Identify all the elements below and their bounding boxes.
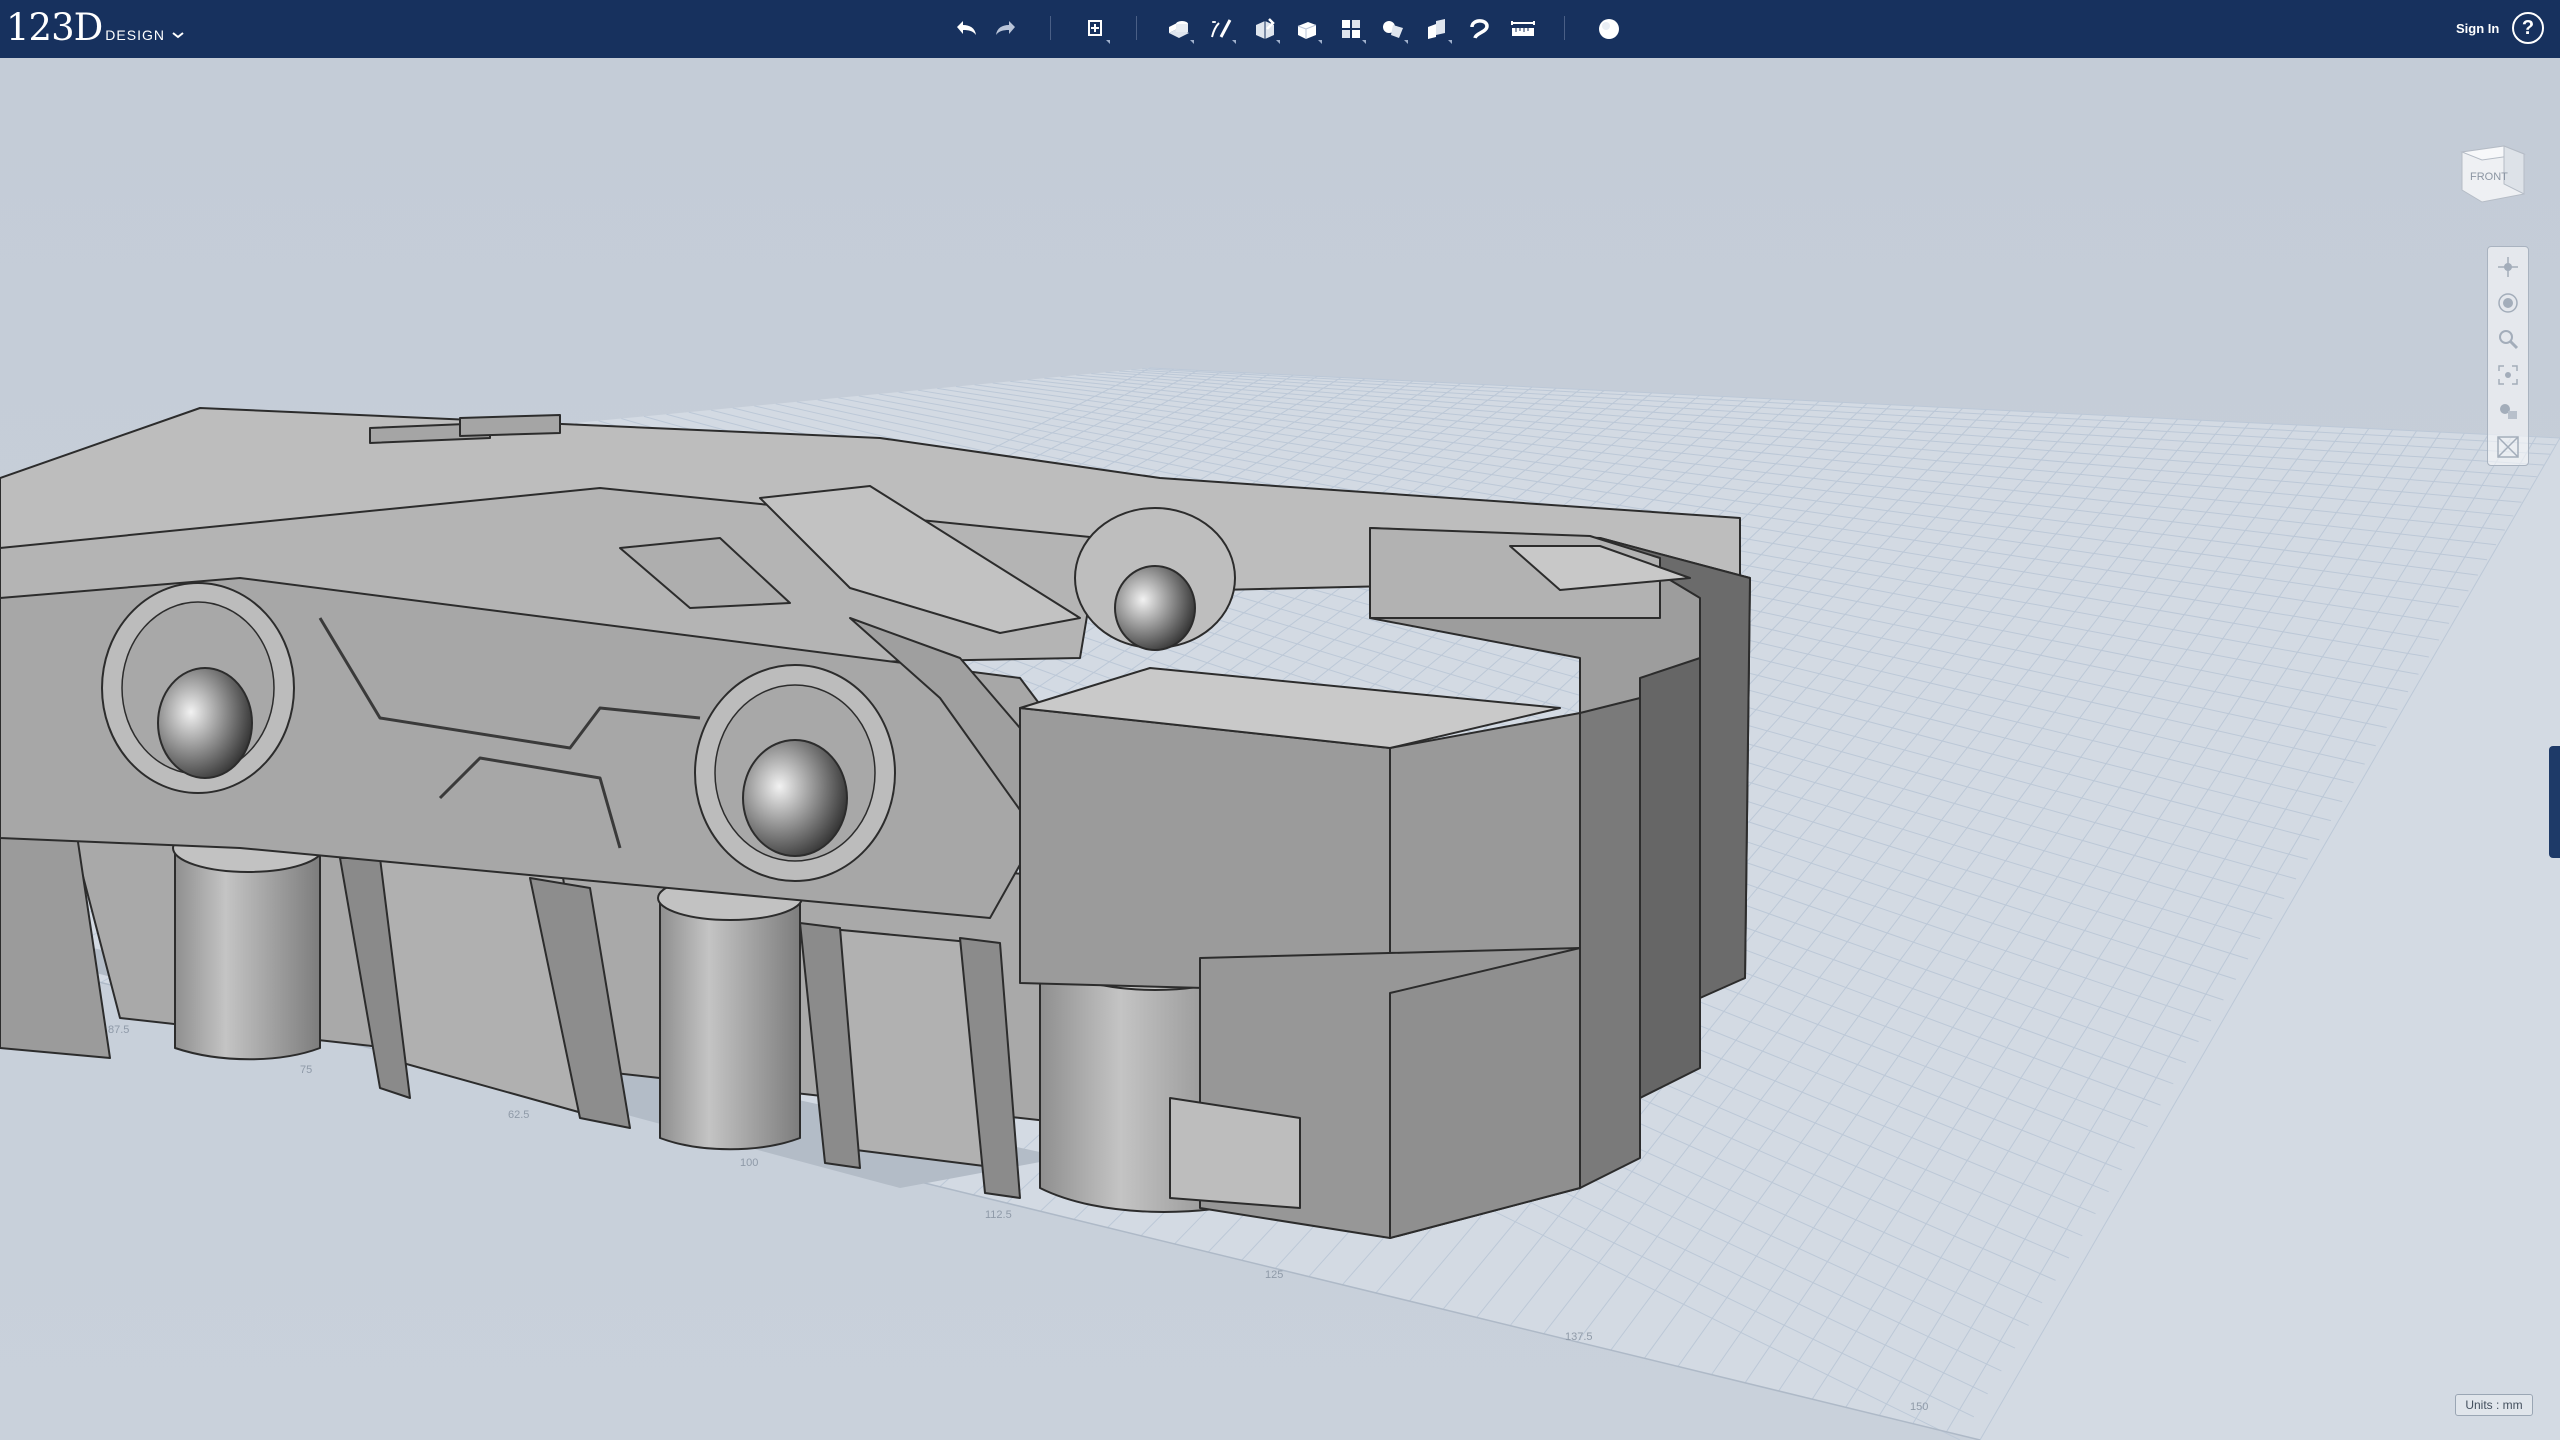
- toolbar-separator: [1564, 16, 1565, 40]
- sign-in-link[interactable]: Sign In: [2456, 21, 2499, 36]
- grid-tick-label: 137.5: [1565, 1331, 1593, 1343]
- grouping-button[interactable]: [1376, 12, 1410, 46]
- material-icon: [1599, 19, 1619, 39]
- grid-tick-label: 62.5: [508, 1109, 529, 1121]
- measure-button[interactable]: [1506, 12, 1540, 46]
- fit-all-button[interactable]: [2492, 359, 2524, 391]
- modify-button[interactable]: [1290, 12, 1324, 46]
- orbit-button[interactable]: [2492, 287, 2524, 319]
- grid-tick-label: 125: [1265, 1269, 1283, 1281]
- pattern-button[interactable]: [1334, 12, 1368, 46]
- redo-icon: [996, 21, 1015, 35]
- navigation-bar: [2487, 246, 2529, 466]
- snap-icon: [1470, 19, 1489, 39]
- primitives-button[interactable]: [1162, 12, 1196, 46]
- side-panel-toggle[interactable]: [2549, 746, 2560, 858]
- measure-icon: [1511, 21, 1535, 36]
- visibility-button[interactable]: [2492, 395, 2524, 427]
- chevron-down-icon: [171, 27, 185, 43]
- top-toolbar: 123D DESIGN Sign In ?: [0, 0, 2560, 58]
- toolbar-separator: [1136, 16, 1137, 40]
- scene-canvas[interactable]: 87.5 75 62.5 100 112.5 125 137.5 150 (fu…: [0, 58, 2560, 1440]
- zoom-button[interactable]: [2492, 323, 2524, 355]
- logo-word: DESIGN: [105, 27, 165, 43]
- grid-tick-label: 87.5: [108, 1024, 129, 1036]
- units-indicator[interactable]: Units : mm: [2455, 1394, 2533, 1416]
- pan-button[interactable]: [2492, 251, 2524, 283]
- redo-button[interactable]: [990, 12, 1024, 46]
- undo-icon: [957, 21, 976, 35]
- combine-button[interactable]: [1420, 12, 1454, 46]
- transform-button[interactable]: [1078, 12, 1112, 46]
- ortho-perspective-button[interactable]: [2492, 431, 2524, 463]
- 3d-viewport[interactable]: 87.5 75 62.5 100 112.5 125 137.5 150 FRO…: [0, 58, 2560, 1440]
- sketch-button[interactable]: [1204, 12, 1238, 46]
- orbit-icon: [2498, 293, 2518, 313]
- zoom-icon: [2499, 330, 2519, 350]
- snap-button[interactable]: [1462, 12, 1496, 46]
- grid-tick-label: 112.5: [985, 1209, 1012, 1221]
- fit-all-icon: [2498, 365, 2518, 385]
- view-cube[interactable]: FRONT: [2458, 138, 2528, 208]
- logo-number: 123D: [6, 6, 103, 49]
- app-menu-button[interactable]: 123D DESIGN: [6, 6, 185, 52]
- construct-button[interactable]: [1248, 12, 1282, 46]
- help-button[interactable]: ?: [2512, 12, 2544, 44]
- grid-tick-label: 75: [300, 1064, 312, 1076]
- visibility-icon: [2500, 404, 2517, 419]
- grid-tick-label: 100: [740, 1157, 758, 1169]
- pan-icon: [2498, 257, 2518, 277]
- toolbar-separator: [1050, 16, 1051, 40]
- view-cube-face-label: FRONT: [2470, 171, 2508, 183]
- ortho-perspective-icon: [2497, 436, 2519, 458]
- undo-button[interactable]: [948, 12, 982, 46]
- material-button[interactable]: [1592, 12, 1626, 46]
- grid-tick-label: 150: [1910, 1401, 1928, 1413]
